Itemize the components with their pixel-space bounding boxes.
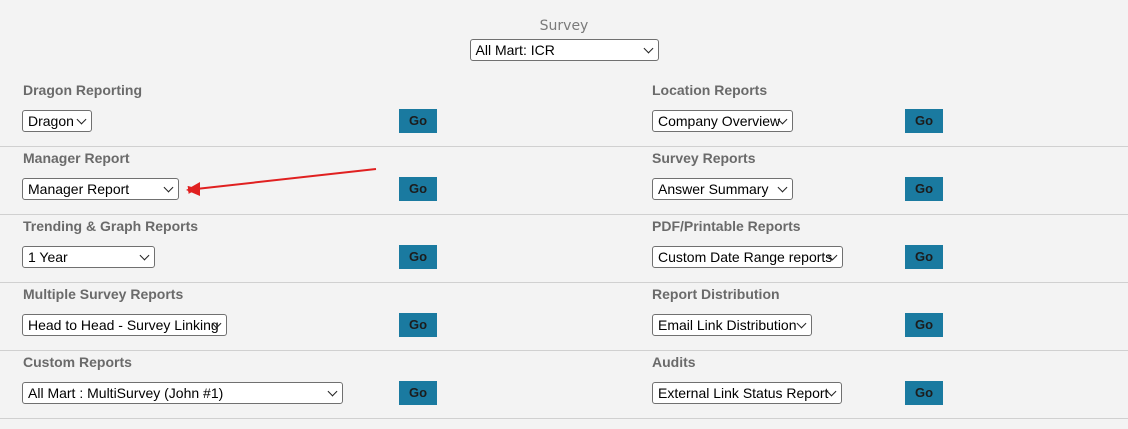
annotation-arrow-icon <box>186 168 377 196</box>
